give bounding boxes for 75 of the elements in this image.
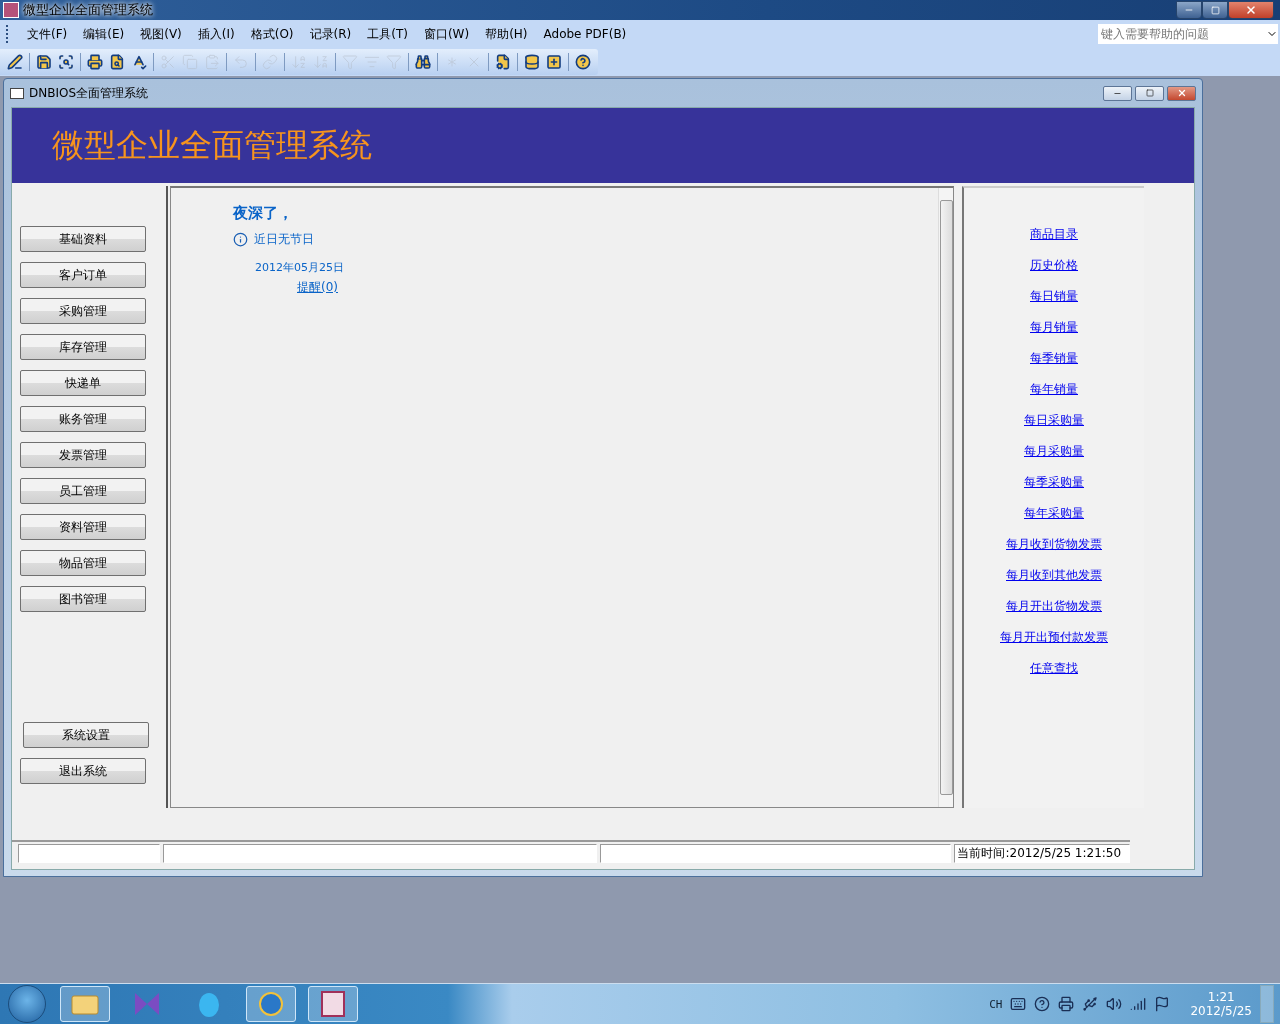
nav-button[interactable]: 采购管理 <box>20 298 146 324</box>
report-link[interactable]: 每季采购量 <box>1024 474 1084 491</box>
help-search-field[interactable]: 键入需要帮助的问题 <box>1098 24 1278 44</box>
report-link[interactable]: 每年销量 <box>1030 381 1078 398</box>
report-link[interactable]: 每月销量 <box>1030 319 1078 336</box>
nav-button[interactable]: 账务管理 <box>20 406 146 432</box>
banner-title: 微型企业全面管理系统 <box>52 124 372 166</box>
nav-button[interactable]: 客户订单 <box>20 262 146 288</box>
report-link[interactable]: 每月开出货物发票 <box>1006 598 1102 615</box>
taskbar-app-button[interactable] <box>308 986 358 1022</box>
nav-button[interactable]: 资料管理 <box>20 514 146 540</box>
report-link[interactable]: 每月采购量 <box>1024 443 1084 460</box>
menu-item[interactable]: 记录(R) <box>301 25 360 43</box>
report-link[interactable]: 任意查找 <box>1030 660 1078 677</box>
restore-icon <box>1210 5 1220 15</box>
menu-item[interactable]: 窗口(W) <box>415 25 478 43</box>
nav-button[interactable]: 基础资料 <box>20 226 146 252</box>
child-window-title: DNBIOS全面管理系统 <box>29 84 149 102</box>
report-link[interactable]: 每年采购量 <box>1024 505 1084 522</box>
language-indicator[interactable]: CH <box>989 997 1003 1011</box>
report-link[interactable]: 每日采购量 <box>1024 412 1084 429</box>
nav-button[interactable]: 员工管理 <box>20 478 146 504</box>
report-link[interactable]: 每日销量 <box>1030 288 1078 305</box>
date-text: 2012年05月25日 <box>255 260 345 275</box>
taskbar-date: 2012/5/25 <box>1190 1004 1252 1018</box>
report-link[interactable]: 历史价格 <box>1030 257 1078 274</box>
nav-button[interactable]: 快递单 <box>20 370 146 396</box>
holiday-notice: 近日无节日 <box>254 231 314 248</box>
signal-icon[interactable] <box>1130 996 1147 1012</box>
report-link[interactable]: 每月开出预付款发票 <box>1000 629 1108 646</box>
close-icon <box>1176 88 1187 98</box>
system-button[interactable]: 系统设置 <box>23 722 149 748</box>
info-icon <box>233 232 248 247</box>
report-link[interactable]: 每季销量 <box>1030 350 1078 367</box>
flag-icon[interactable] <box>1154 996 1171 1012</box>
close-button[interactable] <box>1167 85 1196 101</box>
window-title: 微型企业全面管理系统 <box>23 1 153 19</box>
menu-item[interactable]: 格式(O) <box>242 25 302 43</box>
volume-icon[interactable] <box>1106 996 1123 1012</box>
menu-item[interactable]: 文件(F) <box>19 25 76 43</box>
menu-item[interactable]: Adobe PDF(B) <box>535 27 635 41</box>
minimize-button[interactable] <box>1176 1 1202 19</box>
start-button[interactable] <box>8 985 46 1023</box>
nav-button[interactable]: 物品管理 <box>20 550 146 576</box>
printer-icon[interactable] <box>1058 996 1075 1012</box>
close-button[interactable] <box>1228 1 1274 19</box>
menu-item[interactable]: 工具(T) <box>359 25 416 43</box>
report-link[interactable]: 每月收到货物发票 <box>1006 536 1102 553</box>
form-icon <box>10 87 24 99</box>
keyboard-icon[interactable] <box>1010 996 1027 1012</box>
nav-button[interactable]: 库存管理 <box>20 334 146 360</box>
help-icon[interactable] <box>1034 996 1051 1012</box>
reminder-link[interactable]: 提醒(0) <box>297 279 938 296</box>
menu-item[interactable]: 视图(V) <box>132 25 190 43</box>
restore-button[interactable] <box>1135 85 1164 101</box>
status-clock: 当前时间:2012/5/25 1:21:50 <box>956 845 1122 862</box>
usb-icon[interactable] <box>1082 996 1099 1012</box>
scrollbar[interactable] <box>938 188 953 807</box>
minimize-button[interactable] <box>1103 85 1132 101</box>
greeting-text: 夜深了， <box>233 204 294 223</box>
close-icon <box>1245 4 1257 16</box>
taskbar-time: 1:21 <box>1207 990 1235 1004</box>
menu-item[interactable]: 编辑(E) <box>75 25 133 43</box>
app-icon <box>3 2 19 18</box>
report-link[interactable]: 每月收到其他发票 <box>1006 567 1102 584</box>
report-link[interactable]: 商品目录 <box>1030 226 1078 243</box>
restore-button[interactable] <box>1202 1 1228 19</box>
nav-button[interactable]: 图书管理 <box>20 586 146 612</box>
nav-button[interactable]: 发票管理 <box>20 442 146 468</box>
taskbar-app-button[interactable] <box>246 986 296 1022</box>
bowtie-icon <box>132 990 162 1018</box>
menu-item[interactable]: 帮助(H) <box>477 25 536 43</box>
menu-item[interactable]: 插入(I) <box>189 25 243 43</box>
system-button[interactable]: 退出系统 <box>20 758 146 784</box>
restore-icon <box>1145 89 1154 97</box>
